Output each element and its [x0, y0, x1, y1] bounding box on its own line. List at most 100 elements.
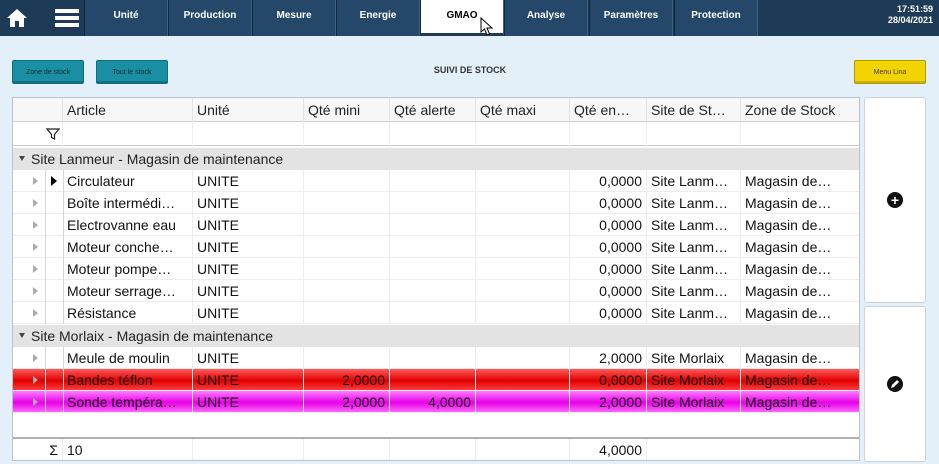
edit-button[interactable] — [864, 306, 926, 462]
tab-energie[interactable]: Energie — [336, 0, 420, 36]
column-header-site-de-stock[interactable]: Site de St… — [647, 98, 741, 122]
add-button[interactable]: + — [864, 97, 926, 303]
expand-row-icon[interactable] — [33, 221, 38, 229]
cell-zone-de-stock: Magasin de… — [741, 236, 859, 258]
cell-unite: UNITE — [193, 214, 304, 236]
cell-qte-alerte: 4,0000 — [390, 391, 476, 413]
cell-site-de-stock: Site Lanm… — [647, 236, 741, 258]
cell-qte-en-stock: 0,0000 — [570, 192, 647, 214]
cell-article: Résistance — [63, 302, 193, 324]
cell-qte-en-stock: 2,0000 — [570, 391, 647, 413]
clock-time: 17:51:59 — [896, 4, 933, 14]
row-divider — [45, 280, 46, 302]
tab-protection[interactable]: Protection — [674, 0, 758, 36]
expand-row-icon[interactable] — [33, 177, 38, 185]
cell-zone-de-stock: Magasin de… — [741, 192, 859, 214]
tab-mesure[interactable]: Mesure — [252, 0, 336, 36]
expand-row-icon[interactable] — [33, 265, 38, 273]
table-row[interactable]: Circulateur UNITE 0,0000 Site Lanm… Magasin … — [13, 170, 859, 192]
row-divider — [45, 192, 46, 214]
column-header-article[interactable]: Article — [63, 98, 193, 122]
cell-article: Moteur pompe… — [63, 258, 193, 280]
column-header-unite[interactable]: Unité — [193, 98, 304, 122]
footer-empty — [193, 439, 304, 460]
tab-production[interactable]: Production — [168, 0, 252, 36]
table-row[interactable]: Résistance UNITE 0,0000 Site Lanm… Magasin d… — [13, 302, 859, 324]
cell-qte-en-stock: 2,0000 — [570, 347, 647, 369]
expand-row-icon[interactable] — [33, 354, 38, 362]
cell-qte-mini — [304, 214, 390, 236]
cell-site-de-stock: Site Lanm… — [647, 170, 741, 192]
expand-row-icon[interactable] — [33, 287, 38, 295]
cell-zone-de-stock: Magasin de… — [741, 258, 859, 280]
collapse-triangle-icon[interactable] — [19, 156, 25, 161]
cell-unite: UNITE — [193, 192, 304, 214]
column-header-qte-maxi[interactable]: Qté maxi — [476, 98, 570, 122]
tab-parametres[interactable]: Paramètres — [589, 0, 673, 36]
filter-icon-cell[interactable] — [13, 122, 63, 146]
cell-qte-mini: 2,0000 — [304, 391, 390, 413]
table-row[interactable]: Moteur conche… UNITE 0,0000 Site Lanm… Magas… — [13, 236, 859, 258]
cell-qte-maxi — [476, 391, 570, 413]
cell-zone-de-stock: Magasin de… — [741, 347, 859, 369]
pencil-circle-icon — [887, 376, 903, 392]
table-row[interactable]: Bandes téflon UNITE 2,0000 0,0000 Site Morla… — [13, 369, 859, 391]
cell-unite: UNITE — [193, 391, 304, 413]
tout-stock-button[interactable]: Tout le stock — [96, 60, 168, 84]
row-divider — [45, 391, 46, 413]
clock-date: 28/04/2021 — [887, 15, 933, 25]
expand-row-icon[interactable] — [33, 398, 38, 406]
cell-qte-mini — [304, 192, 390, 214]
filter-cell-unite[interactable] — [193, 122, 304, 146]
column-header-qte-alerte[interactable]: Qté alerte — [390, 98, 476, 122]
expand-row-icon[interactable] — [33, 199, 38, 207]
filter-cell-article[interactable] — [63, 122, 193, 146]
cell-unite: UNITE — [193, 170, 304, 192]
tab-analyse[interactable]: Analyse — [504, 0, 588, 36]
expand-row-icon[interactable] — [33, 309, 38, 317]
current-row-arrow-icon — [51, 176, 57, 186]
cell-article: Electrovanne eau — [63, 214, 193, 236]
cell-qte-mini — [304, 236, 390, 258]
home-button[interactable] — [0, 0, 34, 36]
column-header-zone-de-stock[interactable]: Zone de Stock — [741, 98, 859, 122]
stock-grid: Article Unité Qté mini Qté alerte Qté maxi Qt… — [12, 97, 860, 461]
cell-qte-alerte — [390, 347, 476, 369]
filter-cell-site-de-stock[interactable] — [647, 122, 741, 146]
zone-stock-button[interactable]: Zone de stock — [12, 60, 84, 84]
cell-article: Boîte intermédi… — [63, 192, 193, 214]
table-row[interactable]: Meule de moulin UNITE 2,0000 Site Morlaix Ma… — [13, 347, 859, 369]
cell-qte-en-stock: 0,0000 — [570, 214, 647, 236]
filter-cell-zone-de-stock[interactable] — [741, 122, 859, 146]
filter-cell-qte-en-stock[interactable] — [570, 122, 647, 146]
footer-count: 10 — [63, 439, 193, 460]
hamburger-menu-button[interactable] — [50, 0, 84, 36]
table-row[interactable]: Electrovanne eau UNITE 0,0000 Site Lanm… Mag… — [13, 214, 859, 236]
cell-article: Meule de moulin — [63, 347, 193, 369]
cell-qte-maxi — [476, 236, 570, 258]
group-header[interactable]: Site Morlaix - Magasin de maintenance — [13, 325, 859, 347]
cell-qte-en-stock: 0,0000 — [570, 369, 647, 391]
cell-article: Sonde tempéra… — [63, 391, 193, 413]
expand-row-icon[interactable] — [33, 243, 38, 251]
table-row[interactable]: Moteur pompe… UNITE 0,0000 Site Lanm… Magasi… — [13, 258, 859, 280]
table-row[interactable]: Boîte intermédi… UNITE 0,0000 Site Lanm… Mag… — [13, 192, 859, 214]
filter-cell-qte-mini[interactable] — [304, 122, 390, 146]
table-row[interactable]: Moteur serrage… UNITE 0,0000 Site Lanm… Maga… — [13, 280, 859, 302]
column-header-qte-en-stock[interactable]: Qté en… — [570, 98, 647, 122]
cell-zone-de-stock: Magasin de… — [741, 170, 859, 192]
table-row[interactable]: Sonde tempéra… UNITE 2,0000 4,0000 2,0000 Sit… — [13, 391, 859, 413]
footer-qte-total: 4,0000 — [570, 439, 647, 460]
mouse-cursor-icon — [480, 17, 494, 36]
cell-qte-mini: 2,0000 — [304, 369, 390, 391]
filter-cell-qte-alerte[interactable] — [390, 122, 476, 146]
menu-lina-button[interactable]: Menu Lina — [854, 60, 926, 84]
group-label: Site Lanmeur - Magasin de maintenance — [31, 151, 284, 167]
cell-site-de-stock: Site Lanm… — [647, 258, 741, 280]
tab-unite[interactable]: Unité — [84, 0, 168, 36]
filter-cell-qte-maxi[interactable] — [476, 122, 570, 146]
group-header[interactable]: Site Lanmeur - Magasin de maintenance — [13, 148, 859, 170]
column-header-qte-mini[interactable]: Qté mini — [304, 98, 390, 122]
expand-row-icon[interactable] — [33, 376, 38, 384]
collapse-triangle-icon[interactable] — [19, 333, 25, 338]
